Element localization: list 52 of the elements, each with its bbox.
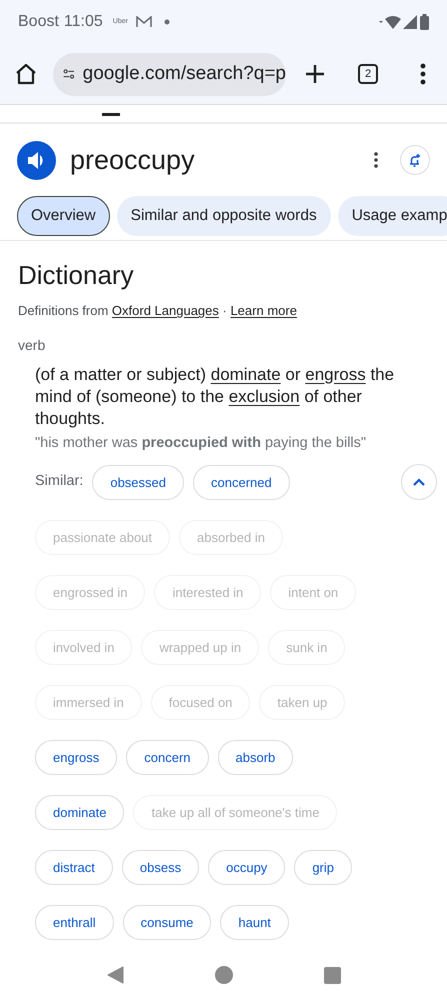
word-chip[interactable]: distract <box>35 850 113 886</box>
back-icon[interactable] <box>106 966 124 984</box>
link[interactable]: dominate <box>210 364 281 384</box>
link[interactable]: engross <box>305 364 366 384</box>
collapse-button[interactable] <box>401 464 437 500</box>
word-chip[interactable]: dominate <box>35 795 124 830</box>
site-settings-icon[interactable] <box>63 67 75 81</box>
link[interactable]: exclusion <box>228 386 300 406</box>
carrier-text: Boost <box>18 12 59 32</box>
wifi-icon <box>379 15 401 29</box>
mail-icon <box>136 16 152 28</box>
definition-text: (of a matter or subject) dominate or engross the mind of (someone) to the exclusion of other thoughts. <box>34 364 396 430</box>
battery-icon <box>420 14 429 30</box>
recents-icon[interactable] <box>324 966 342 984</box>
new-tab-icon[interactable] <box>305 64 325 84</box>
bell-icon <box>408 153 422 167</box>
link[interactable]: Learn more <box>230 303 297 318</box>
menu-icon[interactable] <box>420 63 426 85</box>
word-chip[interactable]: absorb <box>218 740 294 776</box>
alert-button[interactable] <box>400 145 430 175</box>
section-heading: Dictionary <box>18 259 135 291</box>
address-bar[interactable]: google.com/search?q=p <box>53 52 286 96</box>
example-sentence: "his mother was preoccupied with paying the bills" <box>34 434 368 452</box>
link[interactable]: Oxford Languages <box>112 303 219 318</box>
source-line: Definitions from Oxford Languages · Learn more <box>18 302 298 320</box>
word-chip[interactable]: obsessed <box>92 464 184 500</box>
clock-text: 11:05 <box>64 12 103 32</box>
home-nav-icon[interactable] <box>214 966 233 984</box>
tab[interactable]: Overview <box>17 196 110 236</box>
tab[interactable]: Usage examp <box>338 196 447 236</box>
home-icon[interactable] <box>14 62 38 86</box>
part-of-speech: verb <box>18 336 46 354</box>
similar-label: Similar: <box>35 472 84 492</box>
more-icon[interactable] <box>374 152 378 168</box>
speaker-button[interactable] <box>17 140 56 180</box>
tab[interactable]: Similar and opposite words <box>116 196 331 236</box>
tab-indicator <box>102 113 120 116</box>
word-chip[interactable]: concerned <box>193 464 290 500</box>
dot-icon <box>164 19 170 25</box>
word-chip[interactable]: engross <box>35 740 118 776</box>
word-chip[interactable]: grip <box>294 850 352 886</box>
chevron-up-icon <box>413 478 425 486</box>
word-title: preoccupy <box>70 144 195 177</box>
signal-icon <box>403 15 417 29</box>
url-text: google.com/search?q=p <box>82 62 286 86</box>
word-chip[interactable]: consume <box>122 905 212 940</box>
word-chip[interactable]: occupy <box>208 850 286 886</box>
word-chip[interactable]: enthrall <box>35 905 114 940</box>
word-chip[interactable]: haunt <box>220 905 289 940</box>
tab-switcher-button[interactable]: 2 <box>358 64 378 84</box>
word-chip[interactable]: obsess <box>122 850 200 886</box>
word-chip[interactable]: concern <box>126 740 208 776</box>
